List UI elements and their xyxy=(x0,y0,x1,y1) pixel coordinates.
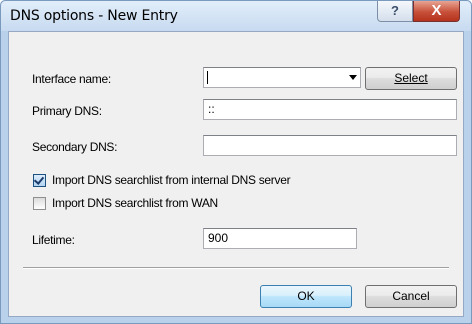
help-icon: ? xyxy=(391,3,399,18)
cancel-button-label: Cancel xyxy=(392,289,430,303)
select-button-label: Select xyxy=(394,71,428,85)
ok-button[interactable]: OK xyxy=(260,285,352,308)
dialog-window: DNS options - New Entry ? X Interface na… xyxy=(0,0,472,324)
chevron-down-icon[interactable] xyxy=(349,75,357,80)
lifetime-label: Lifetime: xyxy=(32,233,75,247)
import-internal-label[interactable]: Import DNS searchlist from internal DNS … xyxy=(52,173,291,187)
import-wan-label[interactable]: Import DNS searchlist from WAN xyxy=(52,196,218,210)
ok-button-label: OK xyxy=(297,289,315,303)
close-button[interactable]: X xyxy=(413,1,460,22)
separator xyxy=(23,267,449,269)
help-button[interactable]: ? xyxy=(377,1,413,22)
primary-dns-field[interactable]: :: xyxy=(203,99,457,120)
interface-name-label: Interface name: xyxy=(32,72,111,86)
lifetime-field[interactable]: 900 xyxy=(203,228,357,249)
interface-name-combobox[interactable] xyxy=(203,67,361,88)
secondary-dns-field[interactable] xyxy=(203,135,457,156)
window-title: DNS options - New Entry xyxy=(10,8,178,24)
close-icon: X xyxy=(431,2,442,19)
dialog-body: Interface name: Select Primary DNS: :: S… xyxy=(8,31,464,317)
secondary-dns-label: Secondary DNS: xyxy=(32,140,118,154)
text-caret xyxy=(207,71,208,84)
import-wan-checkbox[interactable] xyxy=(33,197,46,210)
import-internal-checkbox[interactable] xyxy=(33,174,46,187)
primary-dns-value: :: xyxy=(208,102,215,116)
select-button[interactable]: Select xyxy=(365,67,457,90)
title-bar[interactable]: DNS options - New Entry ? X xyxy=(1,1,471,31)
primary-dns-label: Primary DNS: xyxy=(32,104,102,118)
lifetime-value: 900 xyxy=(208,231,229,245)
cancel-button[interactable]: Cancel xyxy=(365,285,457,308)
checkmark-icon xyxy=(33,174,45,185)
